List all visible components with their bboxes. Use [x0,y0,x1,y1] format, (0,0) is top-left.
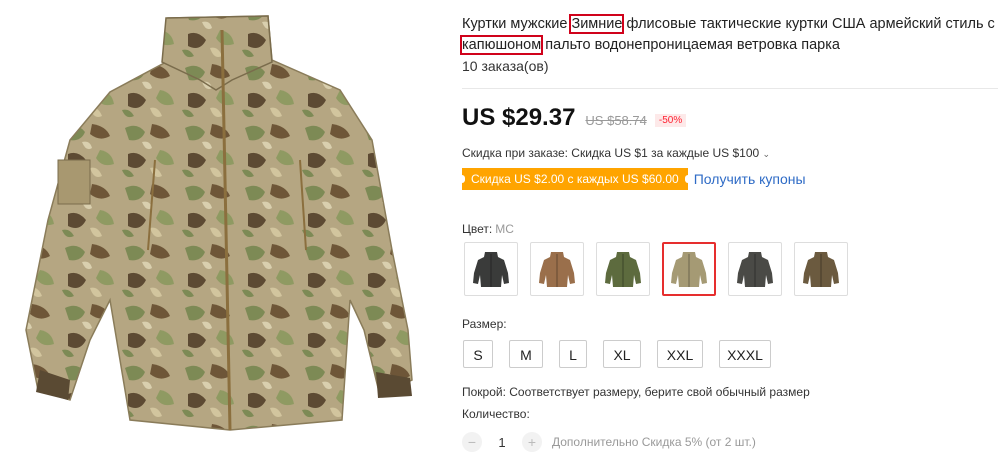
size-option-xl[interactable]: XL [603,340,641,368]
chevron-down-icon: ⌄ [762,149,771,159]
swatch-jacket-tan [539,252,575,287]
color-swatch-grey[interactable] [728,242,782,296]
swatch-jacket-multicam [671,252,707,287]
color-label: Цвет: MC [462,222,514,236]
swatch-jacket-green [605,252,641,287]
extra-discount: Дополнительно Скидка 5% (от 2 шт.) [552,435,756,449]
color-swatches [464,242,860,296]
swatch-jacket-grey [737,252,773,287]
discount-badge: -50% [654,114,687,127]
color-swatch-woodland[interactable] [794,242,848,296]
size-option-s[interactable]: S [463,340,493,368]
divider [462,88,998,89]
current-price: US $29.37 [462,104,576,131]
size-option-xxxl[interactable]: XXXL [719,340,771,368]
product-title: Куртки мужские Зимние флисовые тактическ… [459,14,995,55]
color-swatch-multicam[interactable] [662,242,716,296]
color-value: MC [495,222,514,236]
color-swatch-black[interactable] [464,242,518,296]
color-swatch-tan[interactable] [530,242,584,296]
size-option-l[interactable]: L [559,340,587,368]
order-discount[interactable]: Скидка при заказе: Скидка US $1 за кажды… [462,146,770,160]
orders-count: 10 заказа(ов) [462,58,549,74]
plus-icon[interactable]: + [522,432,542,452]
quantity-stepper: − 1 + Дополнительно Скидка 5% (от 2 шт.) [462,432,756,452]
title-highlight-hood: капюшоном [459,35,544,55]
quantity-label: Количество: [462,407,530,421]
size-option-m[interactable]: M [509,340,543,368]
fit-info: Покрой: Соответствует размеру, берите св… [462,385,810,399]
size-label: Размер: [462,317,507,331]
price-row: US $29.37 US $58.74 -50% [462,104,687,134]
quantity-value[interactable]: 1 [482,435,522,450]
jacket-illustration [25,15,413,431]
minus-icon[interactable]: − [462,432,482,452]
swatch-jacket-woodland [803,252,839,287]
get-coupons-link[interactable]: Получить купоны [694,171,806,187]
color-swatch-green[interactable] [596,242,650,296]
title-highlight-winter: Зимние [569,14,625,34]
product-info: Куртки мужские Зимние флисовые тактическ… [459,0,1000,452]
coupon-tag: Скидка US $2.00 с каждых US $60.00 [459,168,691,190]
size-option-xxl[interactable]: XXL [657,340,703,368]
original-price: US $58.74 [585,113,647,128]
coupon-row: Скидка US $2.00 с каждых US $60.00 Получ… [459,168,806,190]
product-image[interactable] [0,0,430,443]
swatch-jacket-black [473,252,509,287]
size-options: S M L XL XXL XXXL [463,340,787,368]
